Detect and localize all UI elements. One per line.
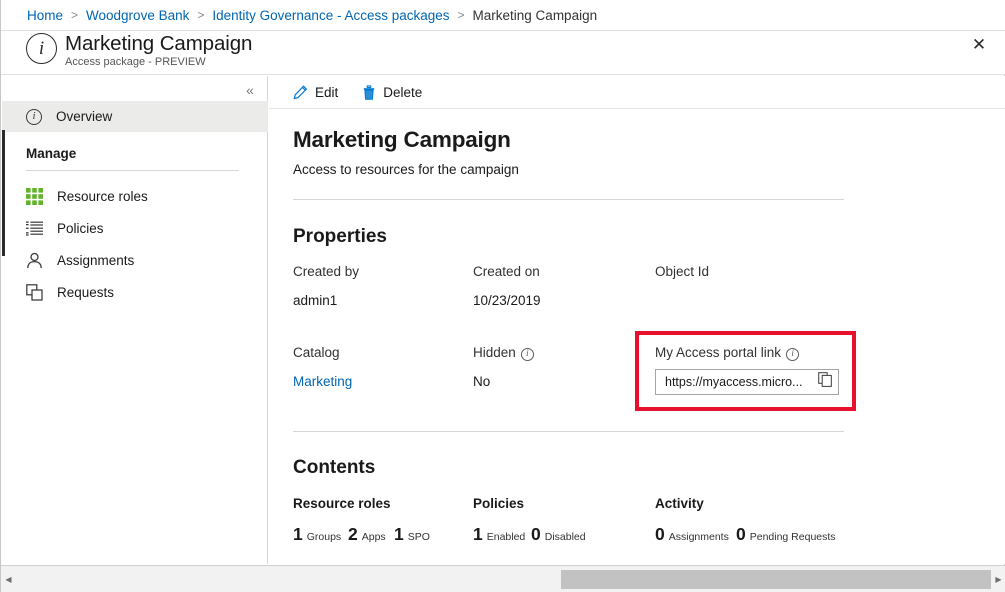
sidebar-item-resource-roles[interactable]: Resource roles [2, 180, 268, 212]
sidebar-item-label: Resource roles [57, 189, 148, 204]
breadcrumb-separator: > [458, 8, 465, 22]
breadcrumb-separator: > [71, 8, 78, 22]
trash-icon [362, 85, 376, 100]
metric-enabled: 1 Enabled [473, 524, 525, 545]
sidebar-item-policies[interactable]: Policies [2, 212, 268, 244]
page-title: Marketing Campaign [65, 32, 252, 56]
metric-caption: SPO [408, 531, 430, 543]
delete-button-label: Delete [383, 85, 422, 100]
breadcrumb-item-identity-governance[interactable]: Identity Governance - Access packages [212, 8, 449, 23]
metric-value: 0 [531, 524, 541, 545]
sidebar-item-overview[interactable]: i Overview [2, 101, 268, 132]
horizontal-scrollbar[interactable]: ◀ ▶ [1, 565, 1005, 592]
metric-spo: 1 SPO [394, 524, 430, 545]
breadcrumb: Home > Woodgrove Bank > Identity Governa… [1, 0, 1005, 31]
info-circle-icon: i [26, 33, 57, 64]
metric-pending-requests: 0 Pending Requests [736, 524, 836, 545]
breadcrumb-item-current: Marketing Campaign [473, 8, 598, 23]
sidebar-item-requests[interactable]: Requests [2, 276, 268, 308]
sidebar-item-label: Overview [56, 109, 112, 124]
scroll-right-arrow-icon[interactable]: ▶ [991, 566, 1005, 592]
metric-value: 1 [293, 524, 303, 545]
delete-button[interactable]: Delete [362, 85, 422, 100]
contents-column-header: Policies [473, 496, 524, 511]
vertical-scrollbar-thumb[interactable] [2, 130, 5, 256]
metric-value: 1 [473, 524, 483, 545]
metric-caption: Pending Requests [750, 531, 836, 543]
page-subtitle: Access package - PREVIEW [65, 56, 206, 68]
sidebar-item-label: Policies [57, 221, 104, 236]
list-icon [26, 220, 43, 237]
azure-portal-blade: Home > Woodgrove Bank > Identity Governa… [0, 0, 1005, 592]
grid-icon [26, 188, 43, 205]
created-by-value: admin1 [293, 293, 337, 308]
catalog-value-link[interactable]: Marketing [293, 374, 352, 389]
sidebar: « i Overview Manage Reso [2, 76, 268, 564]
close-icon[interactable]: ✕ [962, 30, 996, 60]
pencil-icon [293, 85, 308, 100]
breadcrumb-item-woodgrove-bank[interactable]: Woodgrove Bank [86, 8, 189, 23]
sidebar-item-label: Assignments [57, 253, 134, 268]
info-circle-icon: i [26, 109, 42, 125]
metric-value: 1 [394, 524, 404, 545]
sidebar-item-assignments[interactable]: Assignments [2, 244, 268, 276]
sidebar-item-label: Requests [57, 285, 114, 300]
metric-caption: Enabled [487, 531, 526, 543]
object-id-label: Object Id [655, 264, 709, 279]
metric-caption: Assignments [669, 531, 729, 543]
scroll-left-arrow-icon[interactable]: ◀ [1, 566, 16, 592]
breadcrumb-item-home[interactable]: Home [27, 8, 63, 23]
portal-link-value: https://myaccess.micro... [665, 375, 818, 389]
contents-column-header: Resource roles [293, 496, 391, 511]
hidden-label-text: Hidden [473, 345, 516, 360]
metric-caption: Disabled [545, 531, 586, 543]
sidebar-divider [26, 170, 239, 171]
copy-squares-icon [26, 284, 43, 301]
hidden-label: Hiddeni [473, 345, 534, 361]
contents-heading: Contents [293, 457, 375, 479]
metric-apps: 2 Apps [348, 524, 386, 545]
section-divider [293, 431, 844, 432]
metric-value: 0 [736, 524, 746, 545]
content-description: Access to resources for the campaign [293, 162, 519, 177]
metric-groups: 1 Groups [293, 524, 341, 545]
metric-caption: Groups [307, 531, 341, 543]
created-on-label: Created on [473, 264, 540, 279]
portal-link-input[interactable]: https://myaccess.micro... [655, 369, 839, 395]
breadcrumb-separator: > [197, 8, 204, 22]
hidden-value: No [473, 374, 490, 389]
metric-assignments: 0 Assignments [655, 524, 729, 545]
metric-caption: Apps [362, 531, 386, 543]
scrollbar-track[interactable] [16, 566, 991, 592]
portal-link-label-text: My Access portal link [655, 345, 781, 360]
sidebar-group-header: Manage [26, 146, 76, 161]
collapse-sidebar-icon[interactable]: « [239, 80, 261, 100]
contents-column-header: Activity [655, 496, 704, 511]
catalog-label: Catalog [293, 345, 340, 360]
info-icon[interactable]: i [786, 348, 799, 361]
metric-value: 0 [655, 524, 665, 545]
created-by-label: Created by [293, 264, 359, 279]
edit-button-label: Edit [315, 85, 338, 100]
person-icon [26, 252, 43, 269]
scrollbar-thumb[interactable] [561, 570, 991, 589]
portal-link-label: My Access portal link i [655, 345, 799, 361]
content-title: Marketing Campaign [293, 127, 511, 153]
edit-button[interactable]: Edit [293, 85, 338, 100]
copy-icon[interactable] [818, 372, 832, 392]
metric-value: 2 [348, 524, 358, 545]
created-on-value: 10/23/2019 [473, 293, 541, 308]
info-icon[interactable]: i [521, 348, 534, 361]
section-divider [293, 199, 844, 200]
metric-disabled: 0 Disabled [531, 524, 586, 545]
main-content: Edit Delete Marketing Campaign Access to… [269, 76, 1005, 564]
properties-heading: Properties [293, 226, 387, 248]
command-toolbar: Edit Delete [269, 76, 1005, 109]
